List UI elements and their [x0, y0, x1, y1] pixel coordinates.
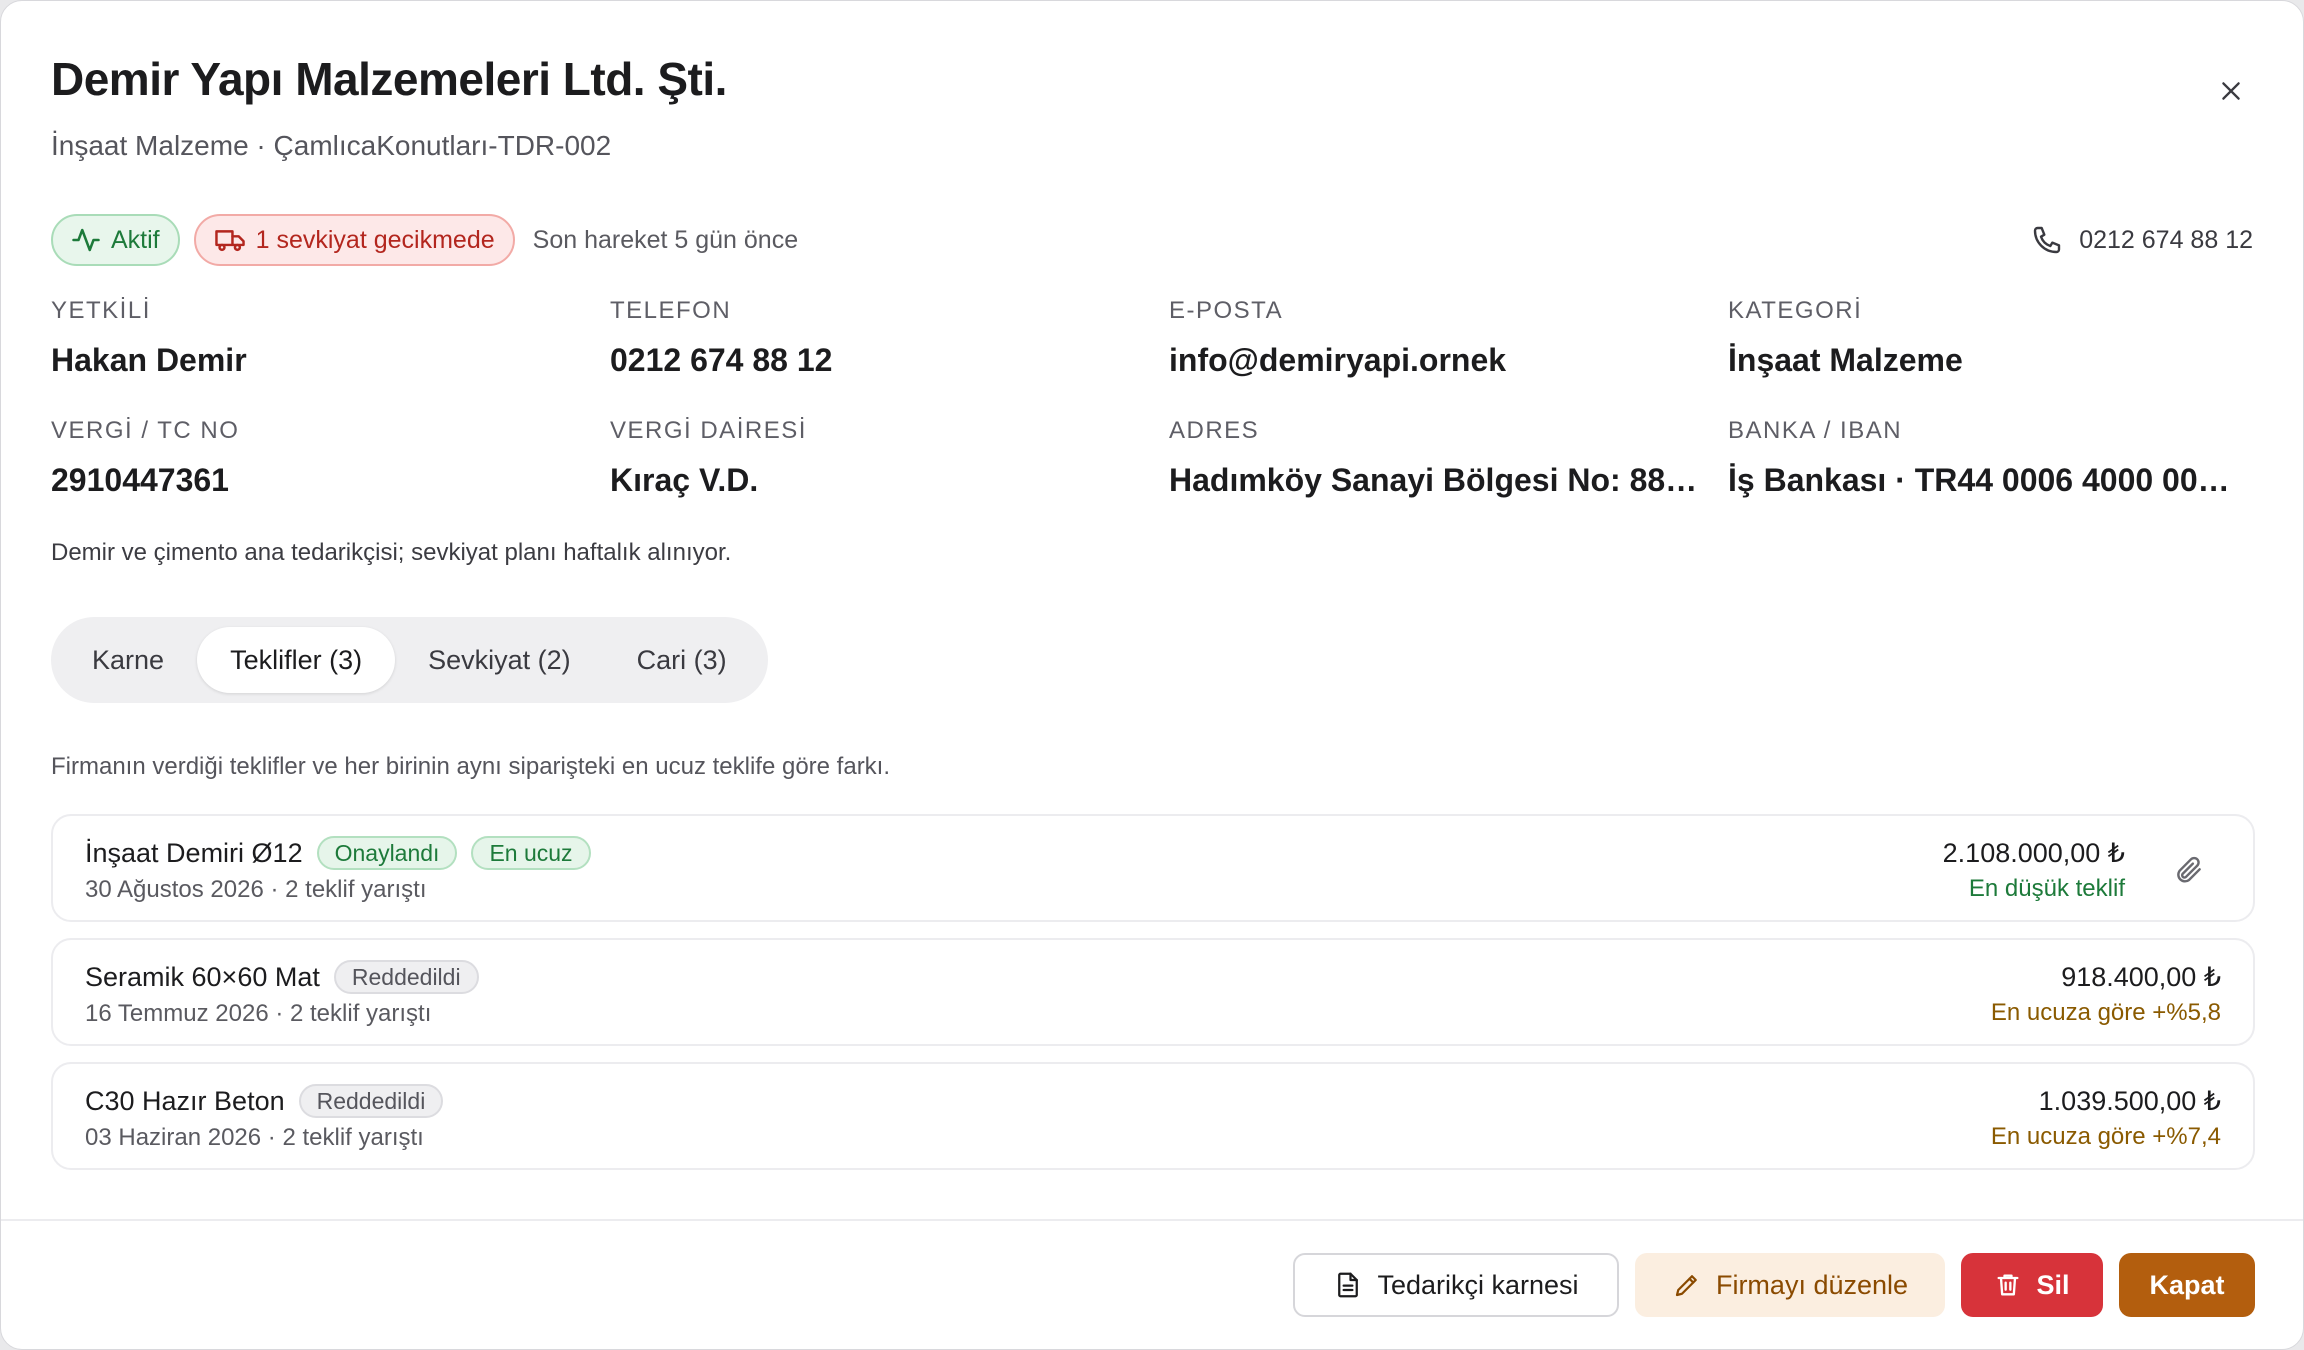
tab-bar: Karne Teklifler (3) Sevkiyat (2) Cari (3…: [51, 617, 768, 703]
offer-price: 2.108.000,00 ₺ En düşük teklif: [1943, 836, 2125, 906]
offer-name: C30 Hazır Beton: [85, 1085, 285, 1116]
status-badge: Reddedildi: [333, 960, 479, 994]
info-label: E-POSTA: [1169, 297, 1284, 324]
offer-amount: 2.108.000,00 ₺: [1942, 838, 2125, 868]
offer-row[interactable]: Seramik 60×60 Mat Reddedildi 16 Temmuz 2…: [51, 938, 2255, 1046]
offer-price: 1.039.500,00 ₺ En ucuza göre +%7,4: [1991, 1084, 2221, 1154]
info-address: ADRES Hadımköy Sanayi Bölgesi No: 88…: [1169, 416, 1699, 500]
close-icon: [2222, 82, 2240, 100]
tab-teklifler[interactable]: Teklifler (3): [197, 627, 396, 693]
modal-header: Demir Yapı Malzemeleri Ltd. Şti. İnşaat …: [51, 49, 2253, 163]
supplier-detail-modal: Demir Yapı Malzemeleri Ltd. Şti. İnşaat …: [0, 0, 2304, 1350]
offers-description: Firmanın verdiği teklifler ve her birini…: [51, 753, 891, 780]
info-tax-office: VERGİ DAİRESİ Kıraç V.D.: [610, 416, 1140, 500]
pencil-icon: [1675, 1275, 1697, 1297]
info-email: E-POSTA info@demiryapi.ornek: [1169, 296, 1699, 380]
shipment-delay-label: 1 sevkiyat gecikmede: [255, 225, 495, 254]
offer-title: Seramik 60×60 Mat Reddedildi: [85, 960, 479, 994]
info-label: BANKA / IBAN: [1728, 417, 1903, 444]
info-bank: BANKA / IBAN İş Bankası · TR44 0006 4000…: [1728, 416, 2258, 500]
offer-diff: En ucuza göre +%5,8: [1990, 999, 2221, 1026]
activity-icon: [72, 228, 100, 252]
phone-link[interactable]: 0212 674 88 12: [2031, 214, 2253, 266]
paperclip-icon: [2177, 856, 2201, 883]
offer-amount: 918.400,00 ₺: [2061, 962, 2221, 992]
offer-price: 918.400,00 ₺ En ucuza göre +%5,8: [1991, 960, 2221, 1030]
truck-icon: [214, 230, 245, 252]
cheapest-badge: En ucuz: [471, 836, 591, 870]
info-value: İnşaat Malzeme: [1728, 342, 1963, 378]
modal-footer: Tedarikçi karnesi Firmayı düzenle Sil Ka…: [1, 1219, 2303, 1349]
info-value: Hadımköy Sanayi Bölgesi No: 88…: [1169, 462, 1698, 498]
offer-diff: En düşük teklif: [1968, 875, 2125, 902]
info-category: KATEGORİ İnşaat Malzeme: [1728, 296, 2258, 380]
status-badge: Reddedildi: [298, 1084, 444, 1118]
info-value: İş Bankası · TR44 0006 4000 00…: [1728, 462, 2230, 498]
info-label: VERGİ DAİRESİ: [610, 417, 807, 444]
info-label: TELEFON: [610, 297, 732, 324]
info-tax-no: VERGİ / TC NO 2910447361: [51, 416, 581, 500]
offer-title: İnşaat Demiri Ø12 Onaylandı En ucuz: [85, 836, 591, 870]
offers-list: İnşaat Demiri Ø12 Onaylandı En ucuz 30 A…: [51, 814, 2255, 1186]
edit-company-button[interactable]: Firmayı düzenle: [1635, 1253, 1945, 1317]
offer-title: C30 Hazır Beton Reddedildi: [85, 1084, 444, 1118]
shipment-delay-badge: 1 sevkiyat gecikmede: [193, 214, 515, 266]
info-phone: TELEFON 0212 674 88 12: [610, 296, 1140, 380]
last-activity-text: Son hareket 5 gün önce: [532, 225, 799, 254]
document-icon: [1338, 1272, 1359, 1298]
phone-link-label: 0212 674 88 12: [2079, 225, 2253, 254]
close-button[interactable]: [2201, 61, 2261, 121]
tab-karne[interactable]: Karne: [59, 627, 197, 693]
status-badge-active-label: Aktif: [111, 225, 160, 254]
info-label: YETKİLİ: [51, 297, 151, 324]
status-badge: Onaylandı: [316, 836, 458, 870]
status-badge-active: Aktif: [51, 214, 180, 266]
offer-name: İnşaat Demiri Ø12: [85, 837, 303, 868]
info-value: Kıraç V.D.: [610, 462, 759, 498]
info-value: Hakan Demir: [51, 342, 247, 378]
close-modal-button[interactable]: Kapat: [2119, 1253, 2255, 1317]
page-title: Demir Yapı Malzemeleri Ltd. Şti.: [51, 53, 727, 105]
offer-row[interactable]: İnşaat Demiri Ø12 Onaylandı En ucuz 30 A…: [51, 814, 2255, 922]
trash-icon: [1997, 1274, 2019, 1296]
delete-label: Sil: [2036, 1269, 2070, 1300]
info-contact: YETKİLİ Hakan Demir: [51, 296, 581, 380]
info-label: VERGİ / TC NO: [51, 417, 240, 444]
edit-company-label: Firmayı düzenle: [1715, 1269, 1909, 1300]
supplier-note: Demir ve çimento ana tedarikçisi; sevkiy…: [51, 539, 732, 566]
info-value: 2910447361: [51, 462, 229, 498]
phone-icon: [2034, 226, 2061, 254]
info-label: ADRES: [1169, 417, 1260, 444]
attachment-button[interactable]: [2169, 850, 2209, 890]
supplier-scorecard-button[interactable]: Tedarikçi karnesi: [1293, 1253, 1619, 1317]
supplier-scorecard-label: Tedarikçi karnesi: [1377, 1269, 1579, 1300]
offer-meta: 03 Haziran 2026 · 2 teklif yarıştı: [85, 1124, 424, 1151]
tab-cari[interactable]: Cari (3): [604, 627, 760, 693]
delete-button[interactable]: Sil: [1961, 1253, 2103, 1317]
offer-row[interactable]: C30 Hazır Beton Reddedildi 03 Haziran 20…: [51, 1062, 2255, 1170]
offer-meta: 30 Ağustos 2026 · 2 teklif yarıştı: [85, 876, 427, 903]
offer-meta: 16 Temmuz 2026 · 2 teklif yarıştı: [85, 1000, 432, 1027]
offer-name: Seramik 60×60 Mat: [85, 961, 320, 992]
status-row: Aktif 1 sevkiyat gecikmede Son hareket 5…: [51, 214, 2253, 266]
page-subtitle: İnşaat Malzeme · ÇamlıcaKonutları-TDR-00…: [51, 130, 612, 161]
offer-diff: En ucuza göre +%7,4: [1990, 1123, 2221, 1150]
info-label: KATEGORİ: [1728, 297, 1863, 324]
tab-sevkiyat[interactable]: Sevkiyat (2): [395, 627, 604, 693]
info-value: 0212 674 88 12: [610, 342, 833, 378]
offer-amount: 1.039.500,00 ₺: [2038, 1086, 2221, 1116]
info-value: info@demiryapi.ornek: [1169, 342, 1507, 378]
